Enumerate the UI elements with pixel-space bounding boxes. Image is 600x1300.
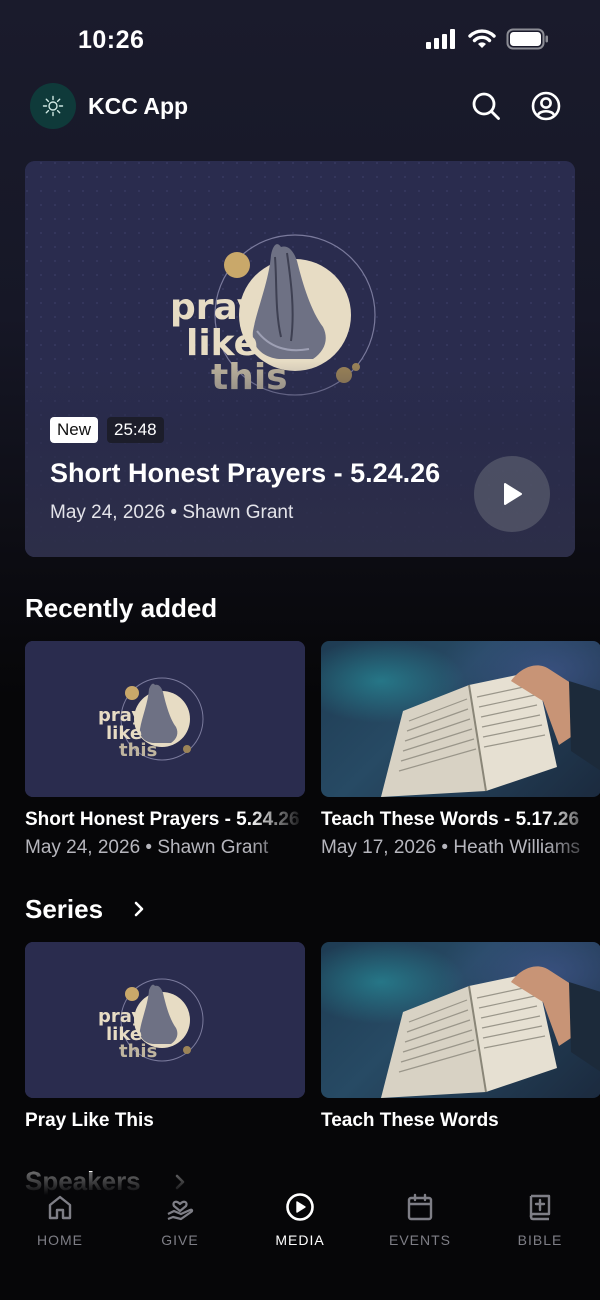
- svg-text:this: this: [119, 740, 157, 761]
- recent-item-thumbnail: pray like this: [25, 641, 305, 797]
- recently-added-heading: Recently added: [25, 593, 218, 623]
- bible-icon: [529, 1194, 551, 1221]
- svg-text:pray: pray: [170, 287, 260, 328]
- series-title: Pray Like This: [25, 1110, 154, 1131]
- status-icons: [426, 28, 550, 50]
- new-badge: New: [50, 417, 99, 443]
- media-icon: [286, 1193, 314, 1221]
- calendar-icon: [407, 1193, 433, 1221]
- series-thumbnail: [321, 942, 600, 1098]
- status-time: 10:26: [78, 26, 145, 54]
- nav-home-label: HOME: [37, 1232, 83, 1248]
- nav-give[interactable]: GIVE: [120, 1192, 240, 1252]
- home-icon: [48, 1195, 72, 1220]
- nav-bible-label: BIBLE: [517, 1232, 563, 1248]
- series-chevron-right-icon[interactable]: [129, 899, 149, 919]
- nav-home[interactable]: HOME: [0, 1192, 120, 1252]
- series-card[interactable]: pray like this Pray Like This: [25, 942, 305, 1132]
- search-icon: [472, 92, 500, 120]
- series-card[interactable]: Teach These Words: [321, 942, 600, 1132]
- svg-text:this: this: [119, 1041, 157, 1062]
- account-icon: [531, 91, 561, 121]
- profile-button[interactable]: [529, 89, 563, 123]
- pray-like-this-artwork: pray like this: [25, 641, 305, 797]
- church-logo-icon: [42, 95, 64, 117]
- play-button[interactable]: [474, 456, 550, 532]
- status-bar: 10:26: [0, 0, 600, 80]
- duration-badge: 25:48: [107, 417, 164, 443]
- app-logo[interactable]: [30, 83, 76, 129]
- cellular-signal-icon: [426, 29, 455, 49]
- nav-events-label: EVENTS: [388, 1232, 451, 1248]
- featured-meta: May 24, 2026 • Shawn Grant: [50, 502, 294, 523]
- play-icon: [504, 483, 522, 505]
- bottom-nav: HOME GIVE MEDIA EVENTS BIBLE: [0, 1172, 600, 1300]
- nav-events[interactable]: EVENTS: [360, 1192, 480, 1252]
- recent-item-card[interactable]: Teach These Words - 5.17.26 May 17, 2026…: [321, 641, 600, 859]
- recent-item-meta: May 24, 2026 • Shawn Grant: [25, 837, 269, 858]
- search-button[interactable]: [469, 89, 503, 123]
- series-thumbnail: pray like this: [25, 942, 305, 1098]
- open-bible-photo: [381, 966, 600, 1098]
- series-title: Teach These Words: [321, 1110, 499, 1131]
- featured-sermon-card[interactable]: pray like this New 25:48 Short Honest Pr…: [25, 161, 575, 557]
- wifi-icon: [468, 29, 496, 48]
- recent-item-thumbnail: [321, 641, 600, 797]
- nav-media[interactable]: MEDIA: [240, 1192, 360, 1252]
- app-header: KCC App: [0, 82, 600, 130]
- series-heading[interactable]: Series: [25, 894, 103, 925]
- pray-like-this-artwork: pray like this: [25, 942, 305, 1098]
- recent-item-meta: May 17, 2026 • Heath Williams: [321, 837, 581, 858]
- recent-item-card[interactable]: pray like this Short Honest Prayers - 5.…: [25, 641, 305, 859]
- battery-icon: [506, 28, 548, 50]
- give-icon: [167, 1200, 194, 1221]
- recent-item-title: Teach These Words - 5.17.26: [321, 809, 580, 830]
- open-bible-photo: [381, 665, 600, 797]
- recent-item-title: Short Honest Prayers - 5.24.26: [25, 809, 300, 830]
- app-title: KCC App: [88, 93, 189, 119]
- media-screen: 10:26 KCC App pray like New 25:48 Short …: [0, 0, 600, 1300]
- nav-bible[interactable]: BIBLE: [480, 1192, 600, 1252]
- nav-media-label: MEDIA: [275, 1232, 325, 1248]
- featured-title: Short Honest Prayers - 5.24.26: [50, 458, 441, 488]
- nav-give-label: GIVE: [161, 1232, 199, 1248]
